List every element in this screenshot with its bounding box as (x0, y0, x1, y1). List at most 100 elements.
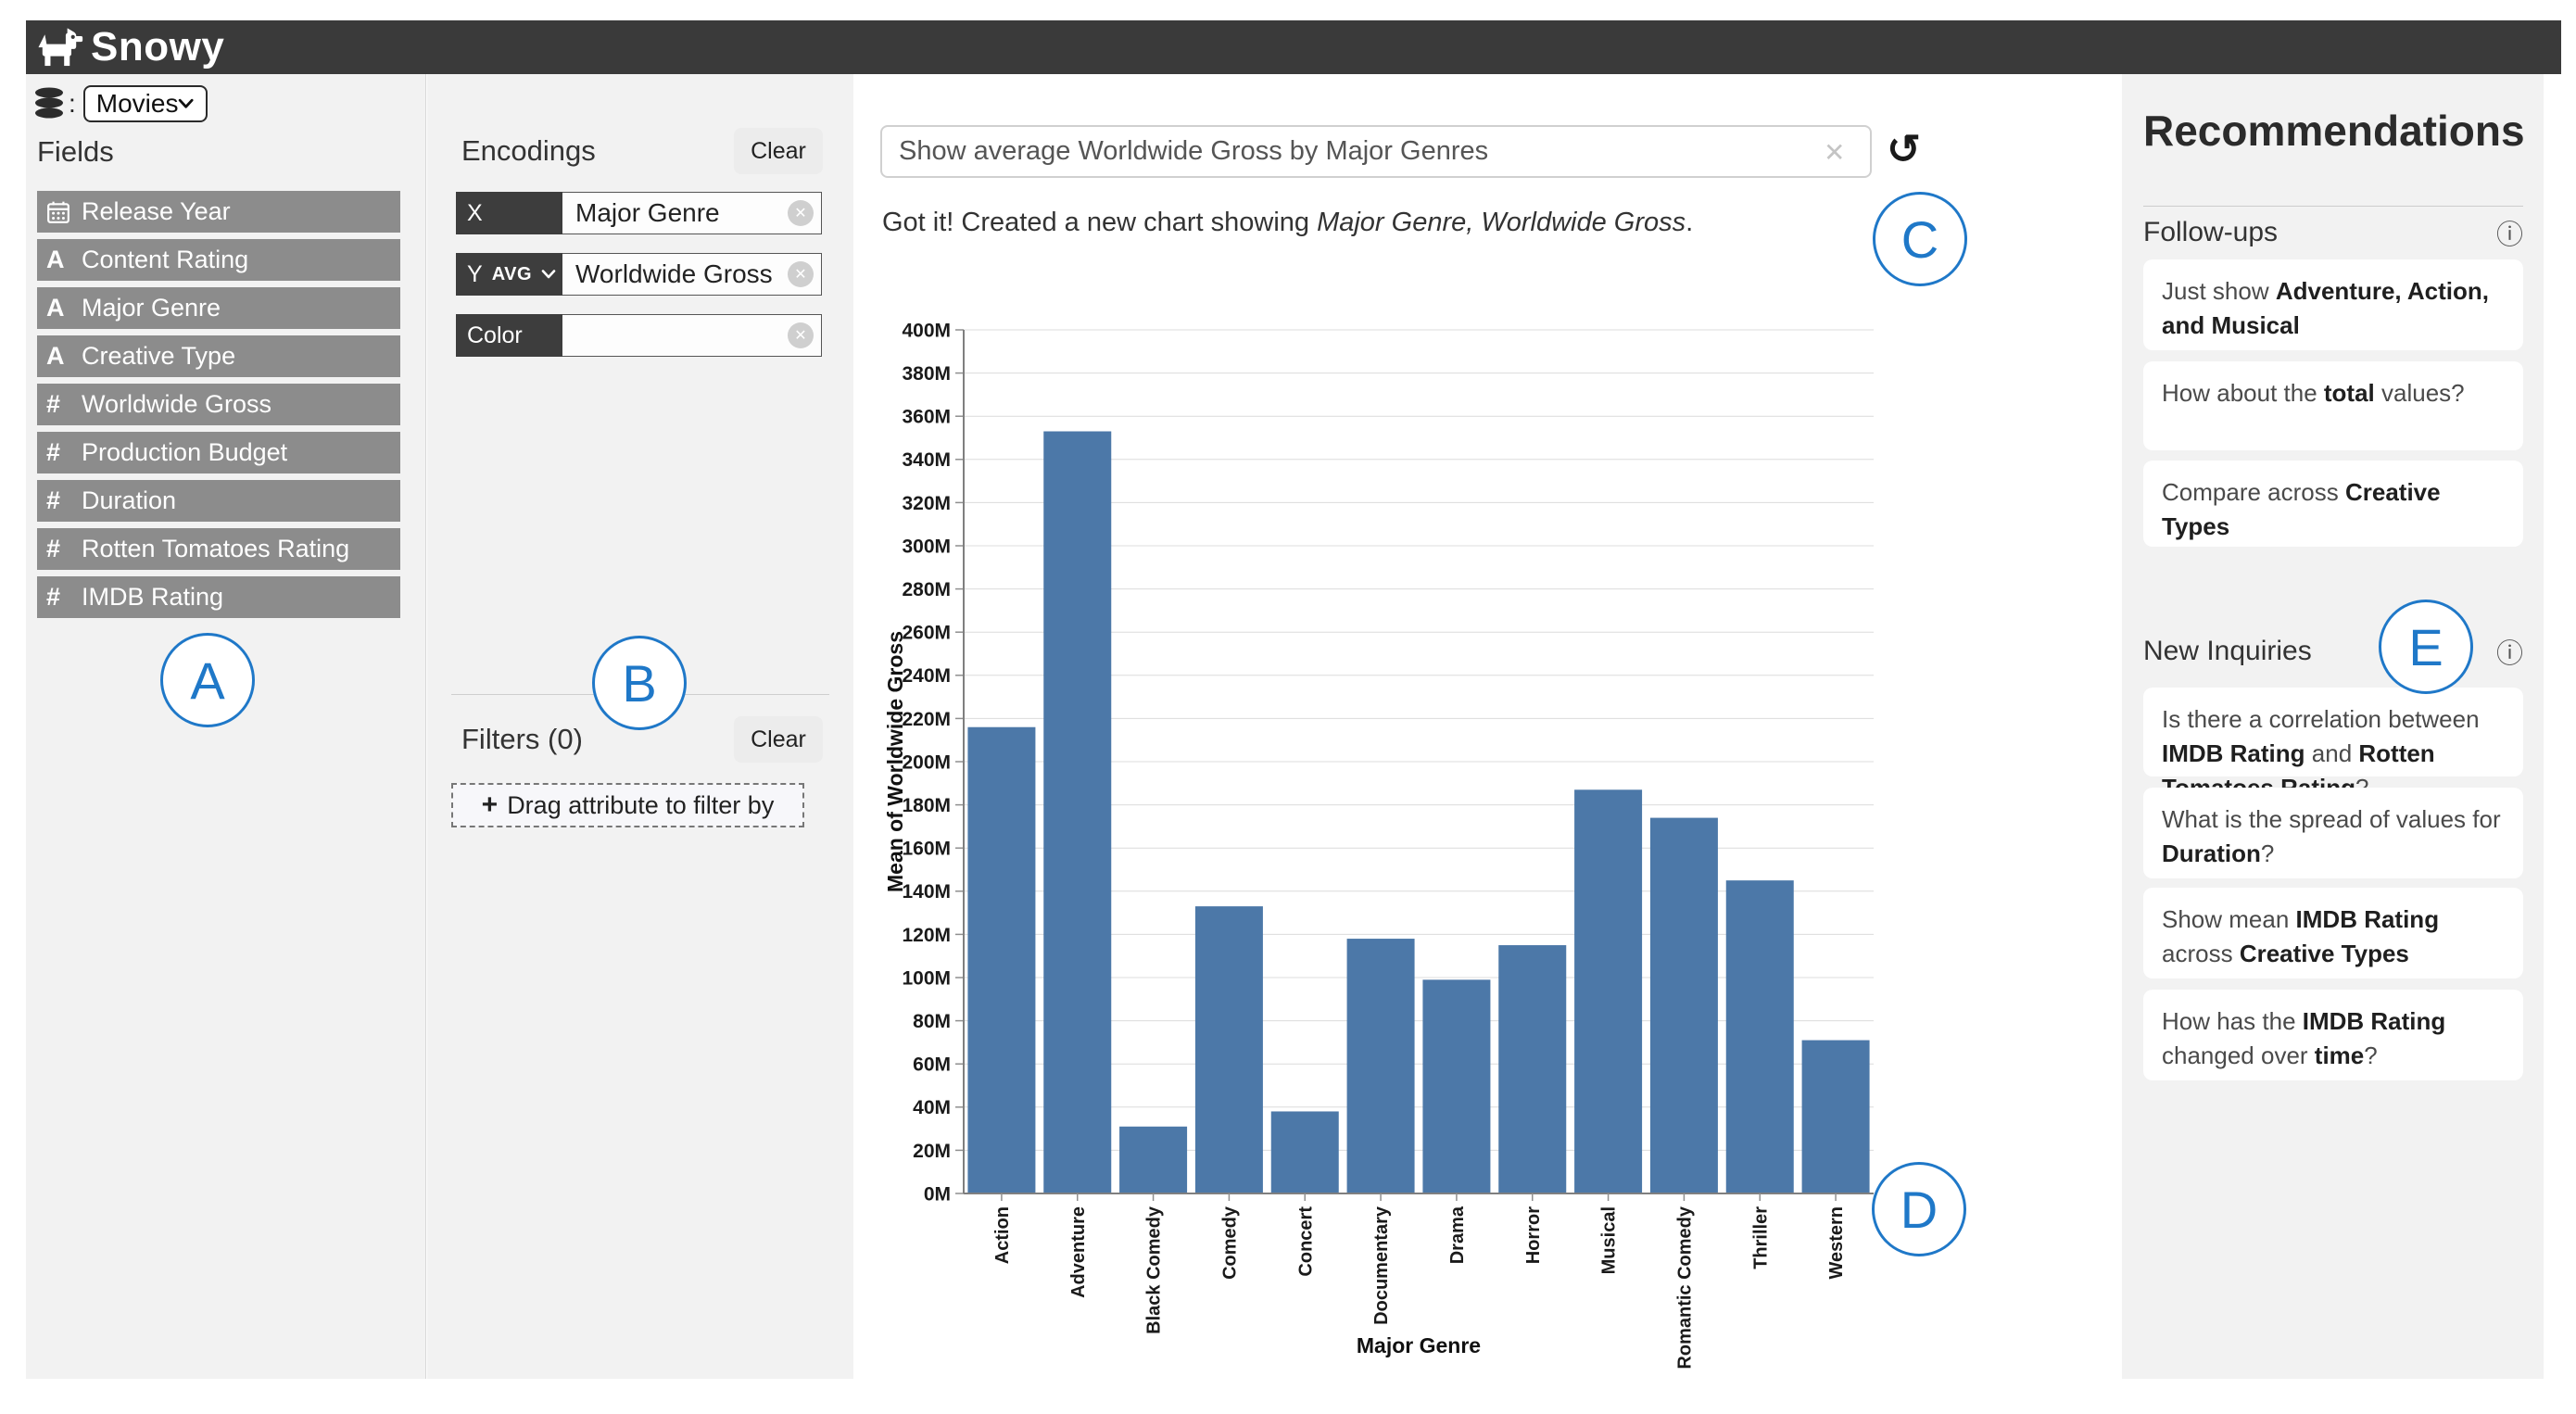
svg-text:100M: 100M (902, 967, 951, 989)
field-label: Rotten Tomatoes Rating (82, 535, 349, 563)
svg-text:60M: 60M (913, 1054, 951, 1076)
svg-text:Action: Action (992, 1206, 1013, 1264)
field-pill-rotten-tomatoes-rating[interactable]: #Rotten Tomatoes Rating (37, 528, 400, 570)
shelf-y-channel[interactable]: Y AVG (456, 253, 562, 296)
followup-card[interactable]: Compare across Creative Types (2143, 461, 2523, 547)
inquiry-card[interactable]: Show mean IMDB Rating across Creative Ty… (2143, 888, 2523, 978)
fields-list: Release YearAContent RatingAMajor GenreA… (37, 191, 400, 618)
svg-text:380M: 380M (902, 363, 951, 385)
dog-logo-icon (35, 27, 83, 69)
shelf-y-field[interactable]: Worldwide Gross ✕ (562, 253, 822, 296)
inquiry-card[interactable]: Is there a correlation between IMDB Rati… (2143, 688, 2523, 776)
svg-text:300M: 300M (902, 536, 951, 557)
info-icon[interactable]: ⓘ (2496, 213, 2523, 252)
dataset-select[interactable]: Movies (83, 85, 208, 122)
chevron-down-icon (178, 98, 194, 109)
svg-text:220M: 220M (902, 709, 951, 730)
followup-card[interactable]: Just show Adventure, Action, and Musical (2143, 259, 2523, 350)
svg-text:340M: 340M (902, 449, 951, 471)
svg-text:40M: 40M (913, 1097, 951, 1118)
svg-text:360M: 360M (902, 407, 951, 428)
shelf-color-field[interactable]: ✕ (562, 314, 822, 357)
number-field-icon: # (46, 438, 82, 467)
field-pill-creative-type[interactable]: ACreative Type (37, 335, 400, 377)
inquiry-card[interactable]: How has the IMDB Rating changed over tim… (2143, 990, 2523, 1080)
encodings-title: Encodings (461, 134, 596, 168)
field-pill-major-genre[interactable]: AMajor Genre (37, 287, 400, 329)
followups-section-title: Follow-ups (2143, 217, 2278, 248)
shelf-y-value: Worldwide Gross (575, 259, 773, 289)
svg-text:320M: 320M (902, 493, 951, 514)
svg-text:Adventure: Adventure (1068, 1206, 1089, 1298)
svg-text:160M: 160M (902, 839, 951, 860)
top-bar: Snowy (26, 20, 2561, 74)
inquiry-card[interactable]: What is the spread of values for Duratio… (2143, 788, 2523, 878)
annotation-marker-b: B (592, 636, 687, 730)
filter-dropzone[interactable]: + Drag attribute to filter by (451, 783, 804, 827)
svg-text:240M: 240M (902, 665, 951, 687)
shelf-color: Color ✕ (456, 314, 822, 357)
shelf-x-value: Major Genre (575, 198, 720, 228)
dataset-separator: : (69, 89, 76, 119)
clear-query-icon[interactable]: ✕ (1824, 137, 1845, 168)
undo-icon[interactable]: ↺ (1887, 126, 1921, 173)
remove-encoding-icon[interactable]: ✕ (788, 261, 814, 287)
remove-encoding-icon[interactable]: ✕ (788, 322, 814, 348)
database-icon (33, 87, 65, 120)
svg-text:260M: 260M (902, 623, 951, 644)
info-icon[interactable]: ⓘ (2496, 632, 2523, 671)
field-pill-release-year[interactable]: Release Year (37, 191, 400, 233)
svg-text:400M: 400M (902, 320, 951, 341)
field-pill-duration[interactable]: #Duration (37, 480, 400, 522)
svg-text:Documentary: Documentary (1371, 1206, 1392, 1325)
field-pill-worldwide-gross[interactable]: #Worldwide Gross (37, 384, 400, 425)
text-field-icon: A (46, 246, 82, 274)
field-pill-production-budget[interactable]: #Production Budget (37, 432, 400, 473)
encodings-clear-button[interactable]: Clear (734, 128, 823, 174)
dropzone-label: Drag attribute to filter by (507, 791, 774, 820)
inquiries-section-title: New Inquiries (2143, 636, 2312, 667)
svg-text:Horror: Horror (1523, 1206, 1544, 1264)
calendar-icon (46, 200, 82, 224)
shelf-x-field[interactable]: Major Genre ✕ (562, 192, 822, 234)
plus-icon: + (482, 789, 499, 821)
number-field-icon: # (46, 535, 82, 563)
query-input[interactable] (880, 125, 1872, 178)
dataset-select-value: Movies (96, 89, 179, 119)
assistant-response: Got it! Created a new chart showing Majo… (882, 208, 1693, 238)
shelf-x-channel: X (456, 192, 562, 234)
snowy-app: Snowy : Movies Fields Release YearAConte… (0, 0, 2576, 1414)
field-label: Content Rating (82, 246, 248, 274)
field-label: Creative Type (82, 342, 235, 371)
svg-text:Musical: Musical (1599, 1206, 1620, 1274)
annotation-marker-e: E (2379, 600, 2473, 694)
number-field-icon: # (46, 390, 82, 419)
aggregate-select[interactable]: AVG (492, 264, 532, 285)
filters-clear-button[interactable]: Clear (734, 716, 823, 763)
field-label: Duration (82, 486, 176, 515)
svg-text:180M: 180M (902, 795, 951, 816)
svg-text:0M: 0M (924, 1183, 951, 1205)
chevron-down-icon (541, 270, 556, 279)
shelf-y: Y AVG Worldwide Gross ✕ (456, 253, 822, 296)
bar-chart[interactable]: 0M20M40M60M80M100M120M140M160M180M200M22… (862, 306, 1937, 1399)
recommendations-panel: Recommendations Follow-ups ⓘ Just show A… (2122, 74, 2544, 1379)
svg-text:Thriller: Thriller (1750, 1206, 1771, 1269)
shelf-x: X Major Genre ✕ (456, 192, 822, 234)
svg-text:Drama: Drama (1447, 1206, 1468, 1264)
fields-title: Fields (37, 135, 114, 169)
svg-text:280M: 280M (902, 579, 951, 600)
field-pill-content-rating[interactable]: AContent Rating (37, 239, 400, 281)
fields-panel: : Movies Fields Release YearAContent Rat… (26, 74, 426, 1379)
svg-text:80M: 80M (913, 1011, 951, 1032)
field-pill-imdb-rating[interactable]: #IMDB Rating (37, 576, 400, 618)
text-field-icon: A (46, 342, 82, 371)
followup-card[interactable]: How about the total values? (2143, 361, 2523, 450)
shelf-color-channel: Color (456, 314, 562, 357)
field-label: Release Year (82, 197, 231, 226)
annotation-marker-d: D (1872, 1162, 1966, 1256)
app-title: Snowy (91, 24, 224, 70)
remove-encoding-icon[interactable]: ✕ (788, 200, 814, 226)
svg-text:Major Genre: Major Genre (1357, 1333, 1481, 1357)
field-label: IMDB Rating (82, 583, 223, 612)
